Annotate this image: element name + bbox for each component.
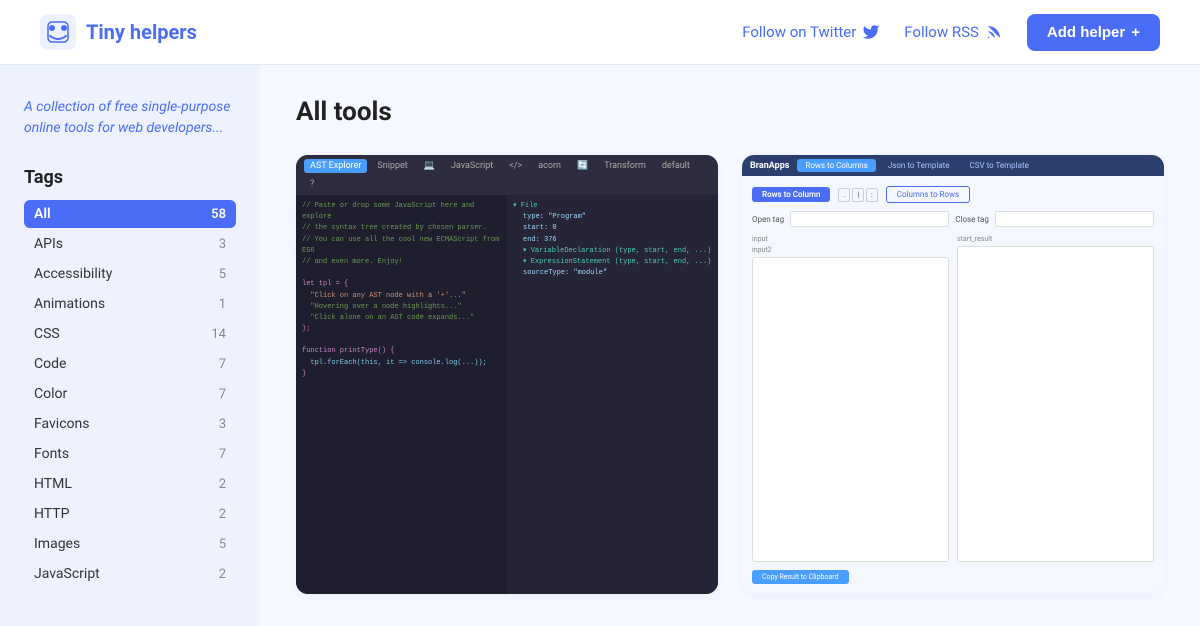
logo-text: Tiny helpers [86, 20, 197, 44]
card-preview-ast: AST Explorer Snippet 💻 JavaScript </> ac… [296, 155, 718, 594]
tag-label: Favicons [34, 416, 89, 432]
tag-item[interactable]: HTML 2 [24, 470, 236, 498]
tag-count: 1 [219, 297, 226, 312]
tag-count: 3 [219, 417, 226, 432]
card-ba-rows: BranApps Rows to Columns Json to Templat… [742, 155, 1164, 594]
tag-label: Fonts [34, 446, 69, 462]
tag-count: 58 [211, 207, 226, 222]
tag-label: Accessibility [34, 266, 112, 282]
tag-label: Color [34, 386, 67, 402]
tag-count: 2 [219, 477, 226, 492]
tag-item[interactable]: Animations 1 [24, 290, 236, 318]
ba-tab-json: Json to Template [880, 159, 958, 172]
tag-label: HTML [34, 476, 72, 492]
cards-grid: AST Explorer Snippet 💻 JavaScript </> ac… [296, 155, 1164, 594]
ba-tab-rows-to-columns: Rows to Columns [797, 159, 875, 172]
ast-left-panel: // Paste or drop some JavaScript here an… [296, 195, 507, 594]
follow-rss-label: Follow RSS [904, 23, 979, 41]
main-content: All tools AST Explorer Snippet 💻 JavaScr… [260, 65, 1200, 626]
page-title: All tools [296, 97, 1164, 127]
tag-label: HTTP [34, 506, 69, 522]
ast-right-panel: ▾ File type: "Program" start: 0 end: 376… [507, 195, 718, 594]
follow-rss-link[interactable]: Follow RSS [904, 23, 1003, 41]
header: Tiny helpers Follow on Twitter Follow RS… [0, 0, 1200, 65]
ast-toolbar: AST Explorer Snippet 💻 JavaScript </> ac… [296, 155, 718, 195]
tags-title: Tags [24, 167, 236, 188]
layout: A collection of free single-purpose onli… [0, 65, 1200, 626]
tag-label: Images [34, 536, 80, 552]
tag-count: 7 [219, 447, 226, 462]
tag-item[interactable]: Fonts 7 [24, 440, 236, 468]
tag-count: 2 [219, 567, 226, 582]
tag-item[interactable]: JavaScript 2 [24, 560, 236, 588]
add-helper-button[interactable]: Add helper + [1027, 14, 1160, 51]
card-preview-ba: BranApps Rows to Columns Json to Templat… [742, 155, 1164, 594]
tag-item[interactable]: Color 7 [24, 380, 236, 408]
ba-toolbar: BranApps Rows to Columns Json to Templat… [742, 155, 1164, 176]
rss-icon [985, 23, 1003, 41]
ast-content: // Paste or drop some JavaScript here an… [296, 195, 718, 594]
tag-label: APIs [34, 236, 63, 252]
tag-count: 7 [219, 357, 226, 372]
tag-count: 2 [219, 507, 226, 522]
tag-count: 5 [219, 267, 226, 282]
tag-item[interactable]: Images 5 [24, 530, 236, 558]
tag-item[interactable]: HTTP 2 [24, 500, 236, 528]
tag-item[interactable]: Accessibility 5 [24, 260, 236, 288]
tag-item[interactable]: APIs 3 [24, 230, 236, 258]
tag-item[interactable]: All 58 [24, 200, 236, 228]
card-ast-explorer: AST Explorer Snippet 💻 JavaScript </> ac… [296, 155, 718, 594]
tag-label: CSS [34, 326, 60, 342]
follow-twitter-label: Follow on Twitter [742, 23, 856, 41]
tag-count: 3 [219, 237, 226, 252]
ast-tab-active: AST Explorer [304, 159, 367, 173]
header-actions: Follow on Twitter Follow RSS Add helper … [742, 14, 1160, 51]
tag-item[interactable]: CSS 14 [24, 320, 236, 348]
tag-count: 5 [219, 537, 226, 552]
tag-label: Code [34, 356, 66, 372]
follow-twitter-link[interactable]: Follow on Twitter [742, 23, 880, 41]
twitter-icon [862, 23, 880, 41]
tag-item[interactable]: Code 7 [24, 350, 236, 378]
ba-tab-csv: CSV to Template [962, 159, 1037, 172]
sidebar-description: A collection of free single-purpose onli… [24, 97, 236, 139]
tag-count: 7 [219, 387, 226, 402]
sidebar: A collection of free single-purpose onli… [0, 65, 260, 626]
logo-icon [40, 14, 76, 50]
tag-item[interactable]: Favicons 3 [24, 410, 236, 438]
tag-label: Animations [34, 296, 105, 312]
tag-label: All [34, 206, 51, 222]
logo[interactable]: Tiny helpers [40, 14, 197, 50]
tag-label: JavaScript [34, 566, 100, 582]
tag-count: 14 [211, 327, 226, 342]
